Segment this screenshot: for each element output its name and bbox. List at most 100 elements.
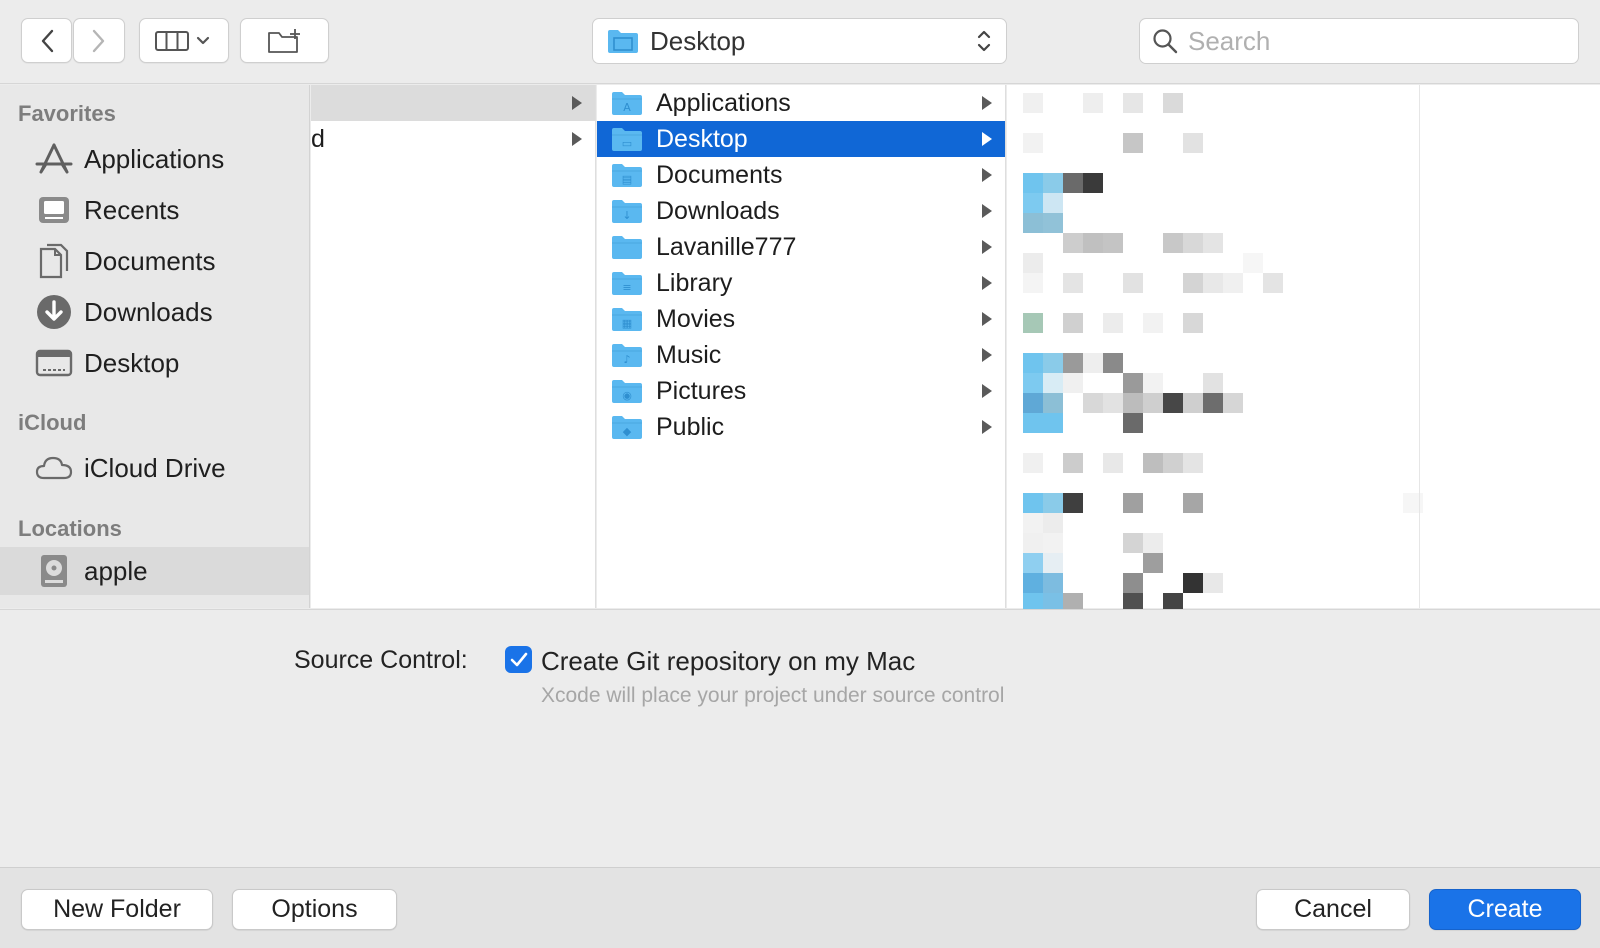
up-down-arrows-icon — [977, 30, 991, 52]
folder-row-lavanille777[interactable]: Lavanille777 — [597, 229, 1005, 265]
preview-pixel — [1203, 273, 1223, 293]
folder-row-applications[interactable]: A Applications — [597, 85, 1005, 121]
folder-row-library[interactable]: ≡ Library — [597, 265, 1005, 301]
new-folder-button[interactable]: New Folder — [21, 889, 213, 930]
preview-pixel — [1103, 313, 1123, 333]
preview-pixel — [1183, 133, 1203, 153]
folder-label: Downloads — [656, 196, 780, 225]
location-popup[interactable]: Desktop — [592, 18, 1007, 64]
recents-icon — [34, 190, 74, 230]
search-field[interactable]: Search — [1139, 18, 1579, 64]
browser-column-2: A Applications ▭ Desktop ▤ Documents ↓ Download… — [597, 85, 1006, 608]
preview-pixel — [1163, 233, 1183, 253]
preview-pixel — [1123, 373, 1143, 393]
preview-pixel — [1023, 193, 1043, 213]
preview-pixel — [1403, 493, 1423, 513]
preview-pixel — [1163, 393, 1183, 413]
sidebar-item-icloud-drive[interactable]: iCloud Drive — [0, 444, 309, 492]
preview-pixel — [1063, 233, 1083, 253]
search-placeholder: Search — [1188, 25, 1271, 56]
options-button[interactable]: Options — [232, 889, 397, 930]
sidebar-item-apple-disk[interactable]: apple — [0, 547, 309, 595]
folder-row-downloads[interactable]: ↓ Downloads — [597, 193, 1005, 229]
preview-divider — [1419, 85, 1420, 608]
sidebar-item-recents[interactable]: Recents — [0, 186, 309, 234]
bottom-bar: New Folder Options Cancel Create — [0, 867, 1600, 948]
folder-label: Applications — [656, 88, 791, 117]
sidebar-item-downloads[interactable]: Downloads — [0, 288, 309, 336]
preview-pixel — [1023, 513, 1043, 533]
folder-label: Documents — [656, 160, 783, 189]
preview-pixel — [1063, 493, 1083, 513]
documents-icon — [34, 241, 74, 281]
preview-pixel — [1023, 413, 1043, 433]
preview-pixel — [1063, 373, 1083, 393]
preview-pixel — [1123, 493, 1143, 513]
cancel-button[interactable]: Cancel — [1256, 889, 1410, 930]
folder-row-pictures[interactable]: ◉ Pictures — [597, 373, 1005, 409]
preview-pixel — [1043, 373, 1063, 393]
folder-row-public[interactable]: ◆ Public — [597, 409, 1005, 445]
folder-icon: ♪ — [612, 344, 642, 367]
preview-pixel — [1023, 313, 1043, 333]
folder-icon: ▭ — [612, 128, 642, 151]
preview-pixel — [1043, 393, 1063, 413]
folder-label: Movies — [656, 304, 736, 333]
git-repository-help: Xcode will place your project under sour… — [541, 684, 1005, 707]
folder-row-movies[interactable]: ▦ Movies — [597, 301, 1005, 337]
view-options-button[interactable] — [139, 18, 229, 63]
preview-pixel — [1143, 553, 1163, 573]
folder-row-music[interactable]: ♪ Music — [597, 337, 1005, 373]
preview-pixel — [1123, 133, 1143, 153]
sidebar-item-label: Desktop — [84, 347, 180, 378]
options-pane: Source Control: Create Git repository on… — [0, 609, 1600, 867]
svg-text:◆: ◆ — [623, 425, 632, 438]
list-item[interactable]: d — [311, 121, 595, 157]
git-repository-checkbox[interactable] — [505, 646, 532, 673]
preview-pixel — [1103, 233, 1123, 253]
create-button[interactable]: Create — [1429, 889, 1581, 930]
preview-pixel — [1023, 93, 1043, 113]
back-button[interactable] — [21, 18, 72, 63]
preview-pixel — [1063, 313, 1083, 333]
preview-pixel — [1243, 253, 1263, 273]
preview-pixel — [1043, 213, 1063, 233]
preview-pixel — [1023, 213, 1043, 233]
preview-pixel — [1123, 533, 1143, 553]
preview-pixel — [1183, 393, 1203, 413]
sidebar-item-label: Recents — [84, 194, 180, 225]
preview-pixel — [1183, 233, 1203, 253]
preview-pixel — [1223, 393, 1243, 413]
list-item[interactable] — [311, 85, 595, 121]
disclosure-arrow-icon — [572, 96, 582, 110]
forward-button[interactable] — [73, 18, 125, 63]
disclosure-arrow-icon — [982, 384, 992, 398]
disclosure-arrow-icon — [982, 168, 992, 182]
new-folder-toolbar-button[interactable] — [240, 18, 329, 63]
folder-row-documents[interactable]: ▤ Documents — [597, 157, 1005, 193]
sidebar-item-documents[interactable]: Documents — [0, 237, 309, 285]
preview-pixel — [1123, 573, 1143, 593]
folder-icon: ◆ — [612, 416, 642, 439]
search-icon — [1153, 29, 1178, 54]
preview-pixel — [1023, 553, 1043, 573]
desktop-icon — [34, 343, 74, 383]
preview-pixel — [1183, 313, 1203, 333]
folder-row-desktop[interactable]: ▭ Desktop — [597, 121, 1005, 157]
folder-icon: ≡ — [612, 272, 642, 295]
folder-icon: A — [612, 92, 642, 115]
preview-pixel — [1023, 273, 1043, 293]
folder-icon: ▦ — [612, 308, 642, 331]
sidebar-item-desktop[interactable]: Desktop — [0, 339, 309, 387]
item-label: d — [311, 124, 325, 153]
cloud-icon — [34, 448, 74, 488]
preview-pixel — [1023, 573, 1043, 593]
preview-pixel — [1023, 253, 1043, 273]
folder-label: Desktop — [656, 124, 748, 153]
toolbar: Desktop Search — [0, 0, 1600, 84]
preview-pixel — [1063, 353, 1083, 373]
preview-pixel — [1143, 453, 1163, 473]
sidebar-item-applications[interactable]: Applications — [0, 135, 309, 183]
preview-pixel — [1023, 453, 1043, 473]
folder-icon: ◉ — [612, 380, 642, 403]
